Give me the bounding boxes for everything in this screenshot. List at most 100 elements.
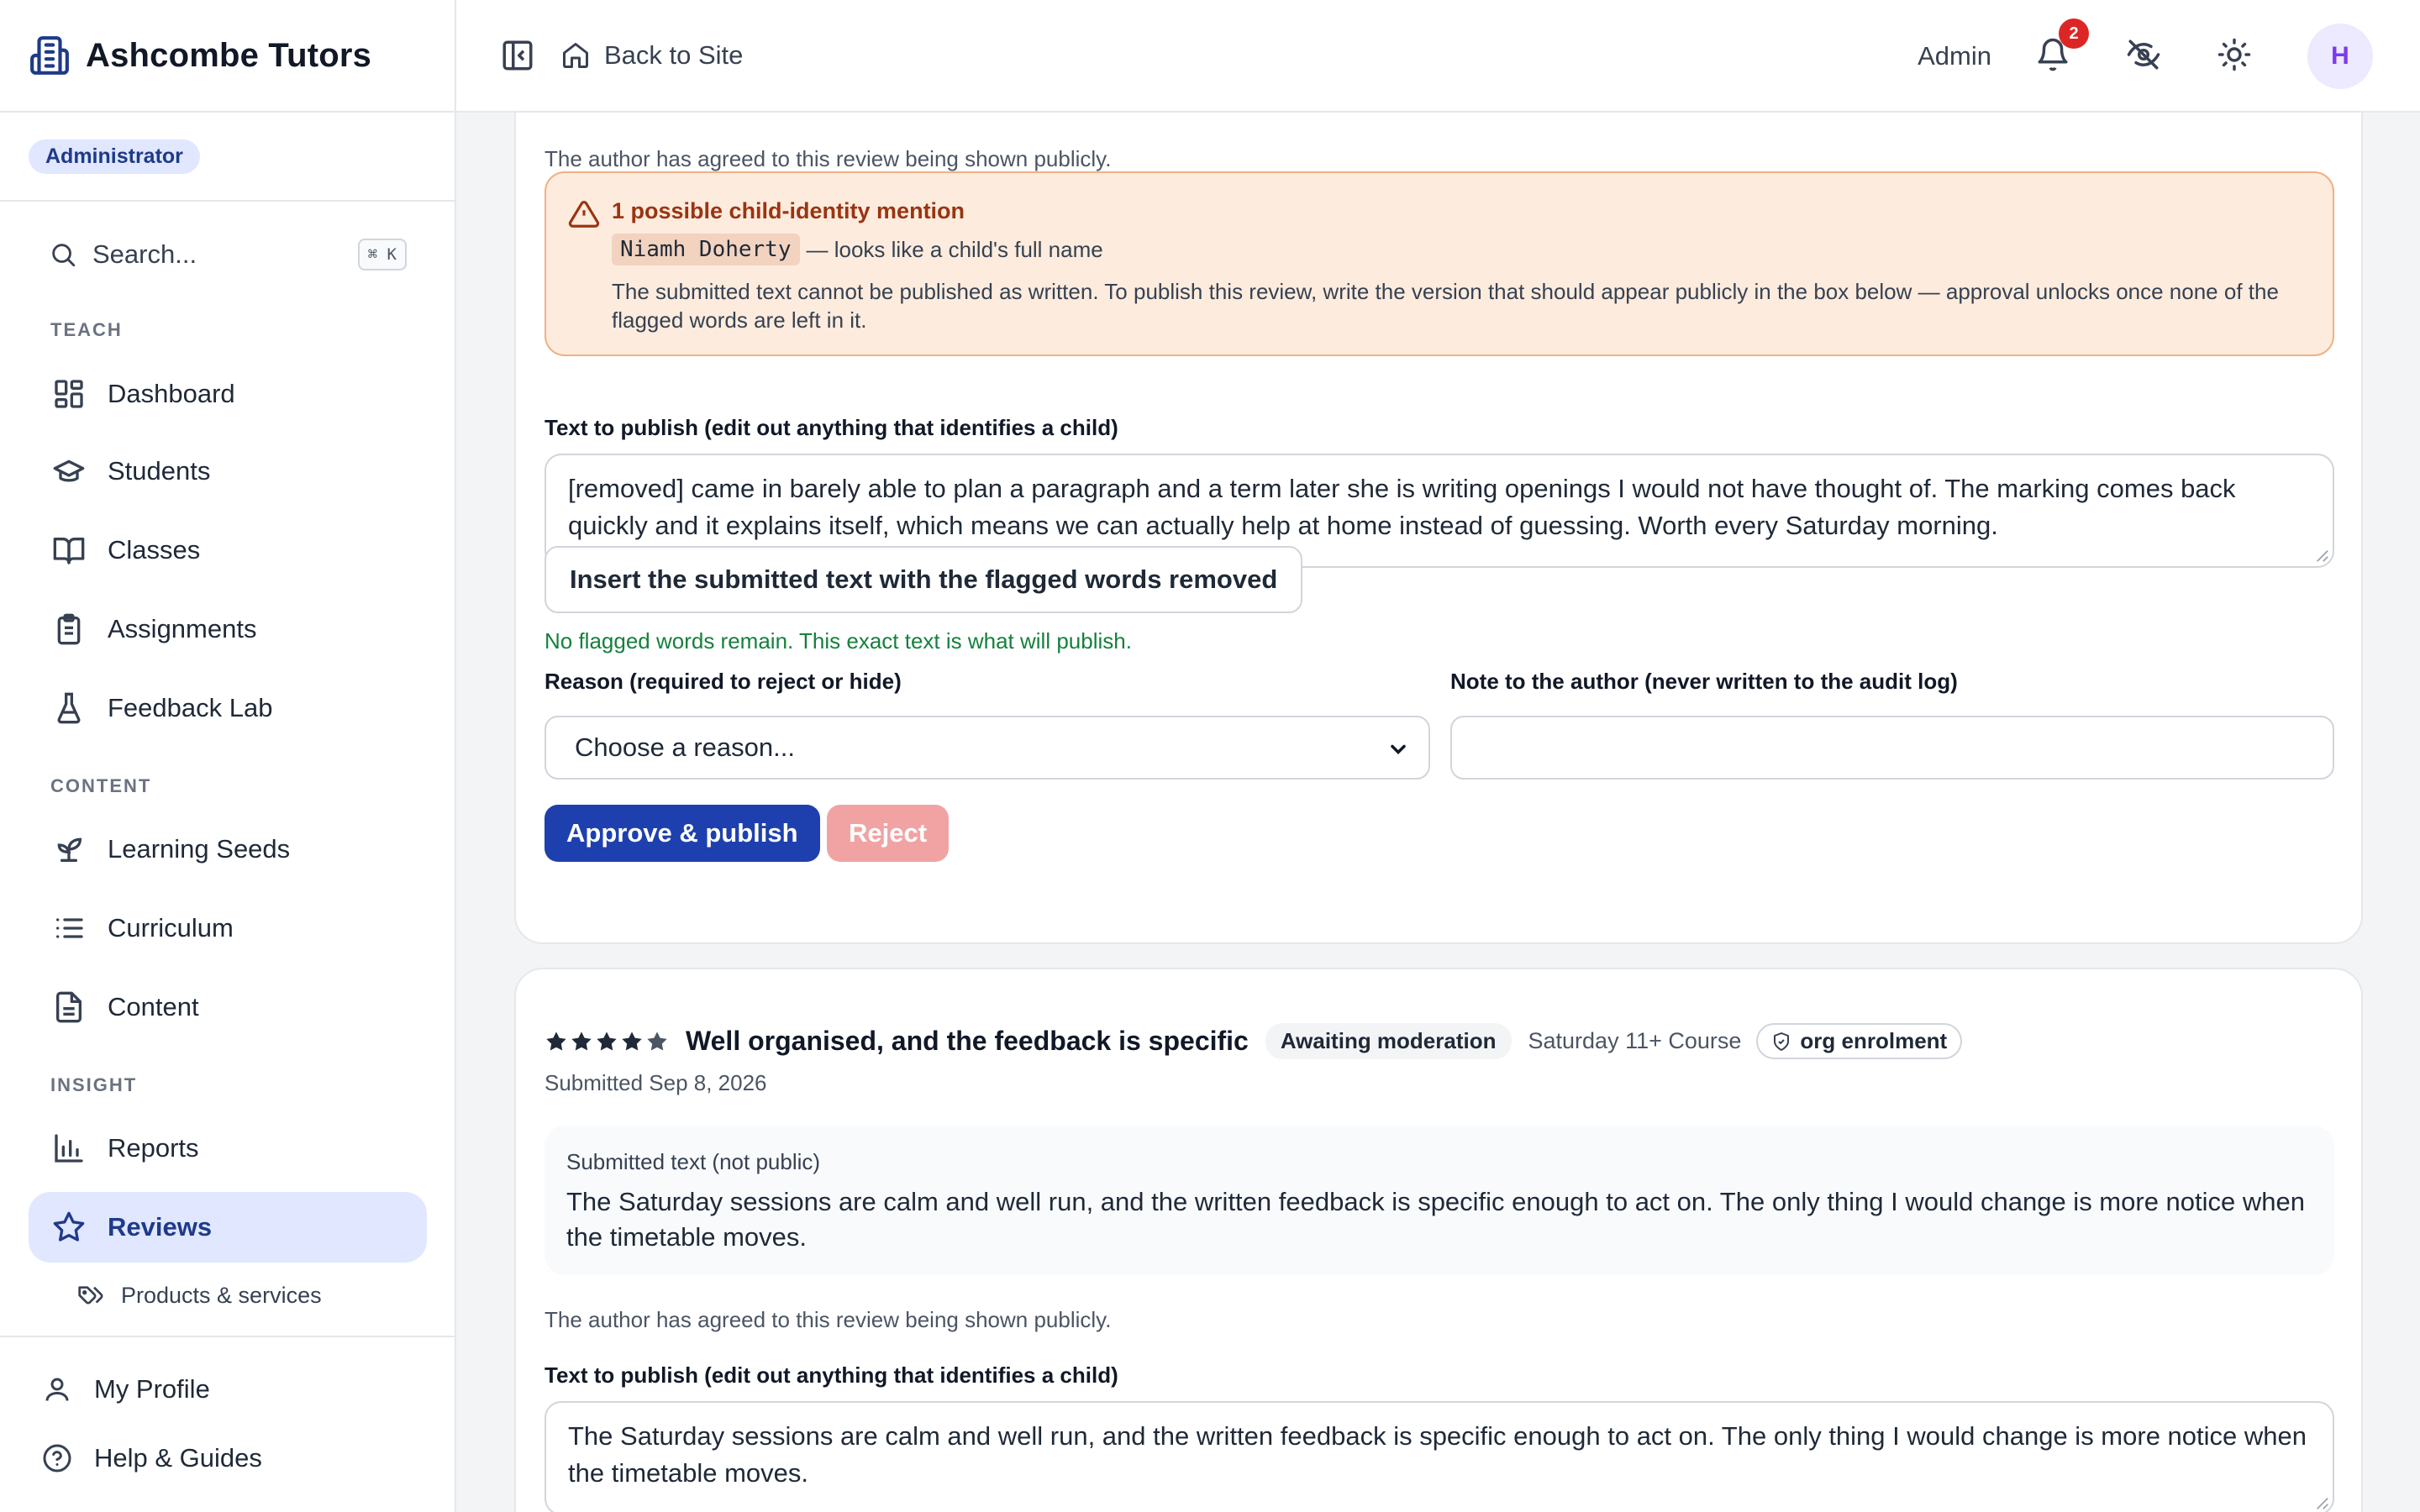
help-circle-icon bbox=[42, 1443, 72, 1473]
sidebar-item-label: Help & Guides bbox=[94, 1443, 262, 1473]
sidebar-item-learning-seeds[interactable]: Learning Seeds bbox=[29, 814, 427, 885]
review-title: Well organised, and the feedback is spec… bbox=[686, 1026, 1249, 1056]
flask-icon bbox=[52, 691, 86, 725]
admin-label[interactable]: Admin bbox=[1918, 41, 1991, 71]
dashboard-icon bbox=[52, 377, 86, 411]
brand[interactable]: Ashcombe Tutors bbox=[0, 0, 455, 113]
star-filled-icon bbox=[546, 1031, 566, 1050]
reason-label: Reason (required to reject or hide) bbox=[544, 669, 902, 694]
avatar[interactable]: H bbox=[2307, 24, 2373, 89]
search-label: Search... bbox=[92, 239, 197, 269]
publish-textarea[interactable]: The Saturday sessions are calm and well … bbox=[544, 1401, 2334, 1512]
search-icon bbox=[49, 240, 77, 269]
reason-select[interactable]: Choose a reason... bbox=[544, 716, 1430, 780]
sidebar-item-assignments[interactable]: Assignments bbox=[29, 594, 427, 664]
sidebar-item-label: My Profile bbox=[94, 1374, 210, 1404]
role-row: Administrator bbox=[0, 113, 455, 202]
home-icon[interactable] bbox=[560, 40, 591, 71]
sidebar-item-feedback-lab[interactable]: Feedback Lab bbox=[29, 673, 427, 743]
book-open-icon bbox=[52, 533, 86, 567]
org-badge-label: org enrolment bbox=[1800, 1028, 1948, 1053]
sidebar-item-label: Feedback Lab bbox=[108, 693, 273, 722]
sidebar-item-label: Reviews bbox=[108, 1212, 213, 1242]
submitted-date: Submitted Sep 8, 2026 bbox=[544, 1070, 767, 1095]
warning-body: The submitted text cannot be published a… bbox=[612, 279, 2279, 333]
role-badge: Administrator bbox=[29, 139, 200, 174]
back-to-site-link[interactable]: Back to Site bbox=[604, 40, 743, 71]
sidebar-item-label: Classes bbox=[108, 535, 201, 564]
section-insight: INSIGHT bbox=[50, 1074, 138, 1095]
insert-redacted-text-button[interactable]: Insert the submitted text with the flagg… bbox=[544, 546, 1303, 613]
sidebar-subitem-products-services[interactable]: Products & services bbox=[77, 1282, 322, 1309]
sidebar-item-label: Content bbox=[108, 992, 199, 1021]
top-bar: Back to Site Admin 2 H bbox=[456, 0, 2420, 113]
search-shortcut: ⌘ K bbox=[357, 239, 407, 270]
shield-check-icon bbox=[1771, 1032, 1791, 1052]
review-card-1: The author has agreed to this review bei… bbox=[514, 84, 2363, 944]
visibility-toggle-button[interactable] bbox=[2126, 37, 2165, 76]
flagged-note: — looks like a child's full name bbox=[806, 236, 1103, 262]
author-note-input[interactable] bbox=[1450, 716, 2334, 780]
star-filled-icon bbox=[622, 1031, 642, 1050]
document-icon bbox=[52, 990, 86, 1024]
sidebar-item-content[interactable]: Content bbox=[29, 972, 427, 1042]
sidebar-item-reports[interactable]: Reports bbox=[29, 1113, 427, 1184]
warning-title: 1 possible child-identity mention bbox=[612, 198, 965, 223]
publish-text-value: [removed] came in barely able to plan a … bbox=[568, 474, 2236, 540]
sidebar-item-classes[interactable]: Classes bbox=[29, 515, 427, 585]
flagged-name-chip: Niamh Doherty bbox=[612, 234, 800, 265]
warning-triangle-icon bbox=[568, 198, 600, 230]
eye-off-icon bbox=[2126, 37, 2165, 72]
notifications-button[interactable]: 2 bbox=[2035, 18, 2089, 76]
course-name: Saturday 11+ Course bbox=[1528, 1028, 1742, 1053]
theme-toggle-button[interactable] bbox=[2217, 37, 2255, 76]
star-filled-icon bbox=[597, 1031, 617, 1050]
graduation-cap-icon bbox=[52, 454, 86, 488]
sidebar-collapse-icon[interactable] bbox=[500, 38, 535, 73]
chevron-down-icon bbox=[1386, 738, 1410, 761]
search-button[interactable]: Search... ⌘ K bbox=[29, 228, 407, 281]
star-rating bbox=[544, 1030, 671, 1053]
sidebar-item-label: Curriculum bbox=[108, 913, 234, 942]
section-teach: TEACH bbox=[50, 319, 123, 340]
sidebar-item-help-guides[interactable]: Help & Guides bbox=[42, 1443, 262, 1473]
publish-text-value: The Saturday sessions are calm and well … bbox=[568, 1421, 2307, 1488]
sidebar-item-reviews[interactable]: Reviews bbox=[29, 1192, 427, 1263]
resize-handle-icon[interactable] bbox=[2314, 548, 2329, 563]
sprout-icon bbox=[52, 832, 86, 866]
consent-note: The author has agreed to this review bei… bbox=[544, 146, 1112, 171]
reject-button[interactable]: Reject bbox=[827, 805, 950, 862]
resize-handle-icon[interactable] bbox=[2314, 1495, 2329, 1510]
sidebar-item-label: Dashboard bbox=[108, 379, 235, 408]
sidebar-divider bbox=[0, 1336, 455, 1337]
reason-select-value: Choose a reason... bbox=[575, 732, 795, 762]
sidebar-item-dashboard[interactable]: Dashboard bbox=[29, 359, 427, 429]
star-filled-icon bbox=[571, 1031, 592, 1050]
user-icon bbox=[42, 1374, 72, 1404]
publish-text-label: Text to publish (edit out anything that … bbox=[544, 415, 1118, 440]
notification-count-badge: 2 bbox=[2059, 18, 2089, 49]
submitted-text-label: Submitted text (not public) bbox=[566, 1149, 821, 1174]
review-header: Well organised, and the feedback is spec… bbox=[544, 1023, 1963, 1059]
tags-icon bbox=[77, 1282, 104, 1309]
submitted-text-value: The Saturday sessions are calm and well … bbox=[566, 1187, 2305, 1252]
review-card-2: Well organised, and the feedback is spec… bbox=[514, 968, 2363, 1512]
submitted-text-box: Submitted text (not public) The Saturday… bbox=[544, 1126, 2334, 1275]
sidebar-item-label: Reports bbox=[108, 1133, 199, 1163]
section-content: CONTENT bbox=[50, 775, 152, 796]
org-enrolment-badge: org enrolment bbox=[1756, 1023, 1963, 1059]
top-bar-actions: Admin 2 H bbox=[1918, 0, 2373, 113]
author-note-label: Note to the author (never written to the… bbox=[1450, 669, 1958, 694]
star-partial-icon bbox=[647, 1031, 667, 1050]
approve-publish-button[interactable]: Approve & publish bbox=[544, 805, 820, 862]
building-icon bbox=[29, 34, 71, 76]
list-icon bbox=[52, 911, 86, 945]
bar-chart-icon bbox=[52, 1131, 86, 1165]
child-identity-warning: 1 possible child-identity mention Niamh … bbox=[544, 171, 2334, 356]
sidebar-item-curriculum[interactable]: Curriculum bbox=[29, 893, 427, 963]
sidebar-item-students[interactable]: Students bbox=[29, 436, 427, 507]
sidebar-item-my-profile[interactable]: My Profile bbox=[42, 1374, 210, 1404]
clipboard-icon bbox=[52, 612, 86, 646]
status-badge: Awaiting moderation bbox=[1265, 1023, 1512, 1059]
sidebar-item-label: Learning Seeds bbox=[108, 834, 291, 864]
